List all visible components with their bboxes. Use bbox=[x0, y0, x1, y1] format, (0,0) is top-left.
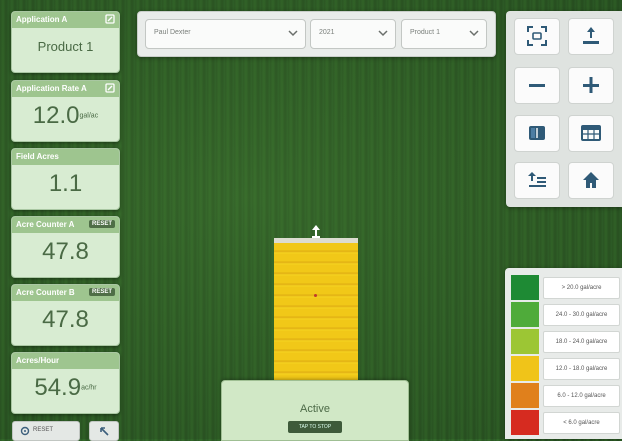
panel-value-row: 1.1 bbox=[12, 165, 119, 203]
arrow-up-left-icon bbox=[100, 427, 109, 436]
panel-value-row: 12.0gal/ac bbox=[12, 97, 119, 136]
panel-header: Acre Counter B RESET bbox=[12, 285, 119, 301]
legend-swatch bbox=[511, 356, 539, 381]
legend-swatch bbox=[511, 275, 539, 300]
legend-label: 6.0 - 12.0 gal/acre bbox=[543, 385, 620, 407]
panel-value: 1.1 bbox=[48, 170, 83, 197]
panel-reset-badge[interactable]: RESET bbox=[88, 288, 115, 296]
legend-swatch bbox=[511, 410, 539, 435]
chevron-down-icon bbox=[378, 30, 388, 37]
layer-list-icon bbox=[528, 172, 546, 187]
map-tools-panel bbox=[506, 11, 622, 207]
panel-unit: ac/hr bbox=[81, 384, 97, 392]
chevron-down-icon bbox=[288, 30, 298, 37]
edit-icon[interactable] bbox=[105, 14, 115, 24]
tap-to-stop-button[interactable]: TAP TO STOP bbox=[288, 421, 342, 433]
panel-label: Acre Counter A bbox=[16, 220, 75, 229]
fullscreen-button[interactable] bbox=[514, 18, 560, 55]
selection-bar: Paul Dexter 2021 Product 1 bbox=[137, 11, 496, 57]
reset-button[interactable]: RESET bbox=[12, 421, 80, 441]
vehicle-icon bbox=[312, 225, 320, 238]
rate-legend: > 20.0 gal/acre 24.0 - 30.0 gal/acre 18.0 … bbox=[505, 268, 622, 439]
operator-select-value: Paul Dexter bbox=[154, 29, 191, 36]
info-panel-3[interactable]: Field Acres 1.1 bbox=[11, 148, 120, 210]
table-view-button[interactable] bbox=[568, 115, 614, 152]
home-button[interactable] bbox=[568, 162, 614, 199]
chevron-down-icon bbox=[469, 30, 479, 37]
legend-row: 24.0 - 30.0 gal/acre bbox=[511, 302, 620, 327]
legend-swatch bbox=[511, 329, 539, 354]
edit-icon[interactable] bbox=[105, 83, 115, 93]
panel-label: Application A bbox=[16, 15, 68, 24]
product-select[interactable]: Product 1 bbox=[401, 19, 487, 49]
legend-row: 12.0 - 18.0 gal/acre bbox=[511, 356, 620, 381]
legend-label: 18.0 - 24.0 gal/acre bbox=[543, 331, 620, 353]
info-panel-4[interactable]: Acre Counter A RESET 47.8 bbox=[11, 216, 120, 278]
vehicle-upload-button[interactable] bbox=[568, 18, 614, 55]
panel-header: Application Rate A bbox=[12, 81, 119, 97]
legend-label: 12.0 - 18.0 gal/acre bbox=[543, 358, 620, 380]
split-view-icon bbox=[529, 126, 545, 140]
legend-swatch bbox=[511, 302, 539, 327]
zoom-in-button[interactable] bbox=[568, 67, 614, 104]
panel-header: Field Acres bbox=[12, 149, 119, 165]
panel-value-row: 47.8 bbox=[12, 233, 119, 271]
home-icon bbox=[583, 172, 599, 188]
legend-label: < 6.0 gal/acre bbox=[543, 412, 620, 434]
info-panel-2[interactable]: Application Rate A 12.0gal/ac bbox=[11, 80, 120, 142]
zoom-in-icon bbox=[583, 77, 599, 93]
panel-label: Acres/Hour bbox=[16, 356, 60, 365]
operator-select[interactable]: Paul Dexter bbox=[145, 19, 306, 49]
legend-row: 6.0 - 12.0 gal/acre bbox=[511, 383, 620, 408]
panel-reset-badge[interactable]: RESET bbox=[88, 220, 115, 228]
legend-label: > 20.0 gal/acre bbox=[543, 277, 620, 299]
panel-value: 47.8 bbox=[42, 238, 89, 265]
panel-label: Field Acres bbox=[16, 152, 59, 161]
panel-label: Acre Counter B bbox=[16, 288, 75, 297]
zoom-out-icon bbox=[529, 84, 545, 87]
panel-value: 47.8 bbox=[42, 306, 89, 333]
vehicle-upload-icon bbox=[583, 27, 599, 44]
panel-value-row: Product 1 bbox=[12, 28, 119, 66]
panel-header: Acres/Hour bbox=[12, 353, 119, 369]
panel-header: Acre Counter A RESET bbox=[12, 217, 119, 233]
position-marker bbox=[314, 294, 317, 297]
reset-icon bbox=[20, 426, 30, 436]
panel-header: Application A bbox=[12, 12, 119, 28]
info-panel-1[interactable]: Application A Product 1 bbox=[11, 11, 120, 73]
panel-unit: gal/ac bbox=[79, 112, 99, 120]
legend-row: > 20.0 gal/acre bbox=[511, 275, 620, 300]
panel-value: 54.9 bbox=[34, 374, 82, 401]
reset-button-label: RESET bbox=[33, 427, 54, 433]
status-label: Active bbox=[300, 403, 330, 415]
legend-label: 24.0 - 30.0 gal/acre bbox=[543, 304, 620, 326]
panel-value-row: 47.8 bbox=[12, 301, 119, 339]
info-panel-6[interactable]: Acres/Hour 54.9ac/hr bbox=[11, 352, 120, 414]
fullscreen-icon bbox=[527, 26, 547, 46]
panel-value-row: 54.9ac/hr bbox=[12, 369, 119, 408]
year-select-value: 2021 bbox=[319, 29, 335, 36]
legend-swatch bbox=[511, 383, 539, 408]
split-view-button[interactable] bbox=[514, 115, 560, 152]
layer-list-button[interactable] bbox=[514, 162, 560, 199]
recording-status-panel: Active TAP TO STOP bbox=[221, 380, 409, 441]
collapse-button[interactable] bbox=[89, 421, 119, 441]
panel-value: Product 1 bbox=[37, 39, 94, 54]
legend-row: < 6.0 gal/acre bbox=[511, 410, 620, 435]
zoom-out-button[interactable] bbox=[514, 67, 560, 104]
product-select-value: Product 1 bbox=[410, 29, 440, 36]
panel-label: Application Rate A bbox=[16, 84, 87, 93]
year-select[interactable]: 2021 bbox=[310, 19, 396, 49]
legend-row: 18.0 - 24.0 gal/acre bbox=[511, 329, 620, 354]
info-panel-5[interactable]: Acre Counter B RESET 47.8 bbox=[11, 284, 120, 346]
table-icon bbox=[581, 125, 601, 141]
panel-value: 12.0 bbox=[32, 102, 80, 129]
